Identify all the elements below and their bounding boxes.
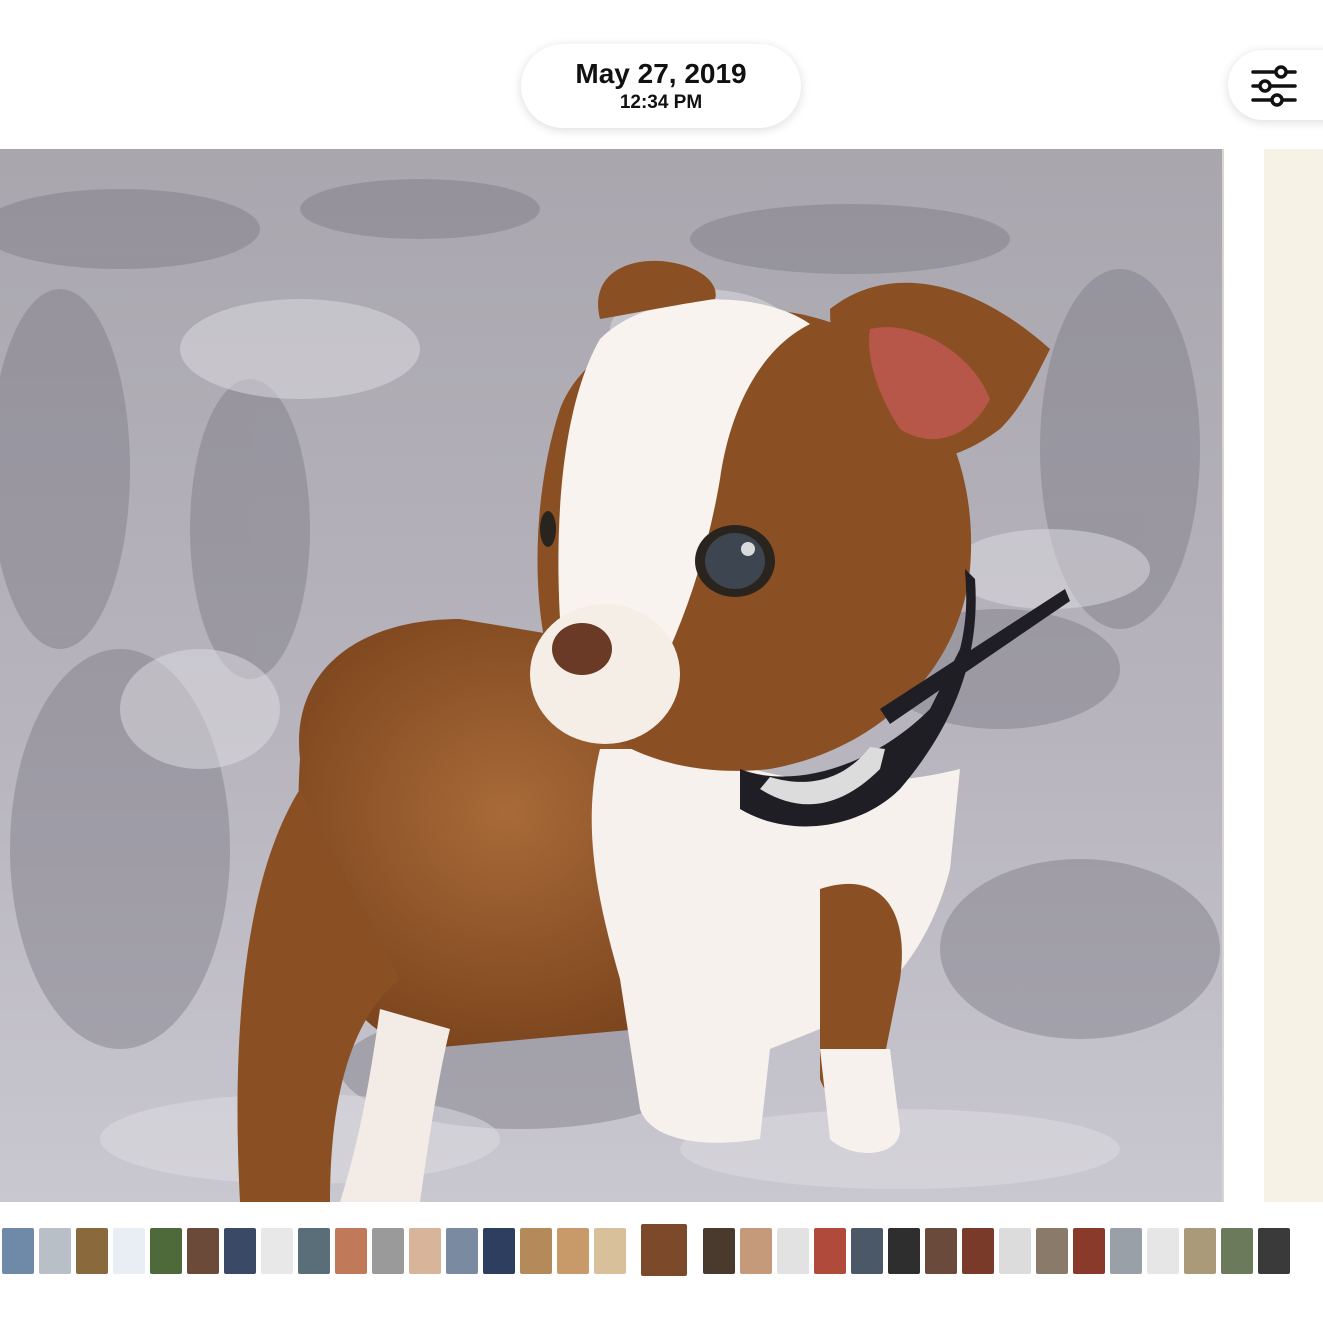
filmstrip-thumbnail[interactable]	[777, 1228, 809, 1274]
adjust-button[interactable]	[1228, 50, 1323, 120]
filmstrip-thumbnail[interactable]	[557, 1228, 589, 1274]
filmstrip-thumbnail[interactable]	[888, 1228, 920, 1274]
filmstrip-thumbnail[interactable]	[261, 1228, 293, 1274]
filmstrip-thumbnail[interactable]	[703, 1228, 735, 1274]
filmstrip-thumbnail[interactable]	[1221, 1228, 1253, 1274]
filmstrip-thumbnail[interactable]	[372, 1228, 404, 1274]
sliders-icon	[1251, 65, 1297, 107]
filmstrip-thumbnail[interactable]	[814, 1228, 846, 1274]
filmstrip-thumbnail-current[interactable]	[641, 1224, 687, 1276]
next-photo-peek[interactable]	[1226, 149, 1323, 1202]
filmstrip-thumbnail[interactable]	[1147, 1228, 1179, 1274]
filmstrip-thumbnail[interactable]	[1258, 1228, 1290, 1274]
filmstrip-thumbnail[interactable]	[298, 1228, 330, 1274]
filmstrip-thumbnail[interactable]	[740, 1228, 772, 1274]
filmstrip-thumbnail[interactable]	[446, 1228, 478, 1274]
filmstrip-thumbnail[interactable]	[224, 1228, 256, 1274]
filmstrip-thumbnail[interactable]	[1110, 1228, 1142, 1274]
filmstrip-thumbnail[interactable]	[1036, 1228, 1068, 1274]
filmstrip-thumbnail[interactable]	[483, 1228, 515, 1274]
filmstrip-thumbnail[interactable]	[76, 1228, 108, 1274]
next-photo-strip	[1264, 149, 1323, 1202]
filmstrip-thumbnail[interactable]	[409, 1228, 441, 1274]
filmstrip-thumbnail[interactable]	[1184, 1228, 1216, 1274]
filmstrip-thumbnail[interactable]	[999, 1228, 1031, 1274]
filmstrip-thumbnail[interactable]	[962, 1228, 994, 1274]
filmstrip-thumbnail[interactable]	[594, 1228, 626, 1274]
photo-edge	[1222, 149, 1224, 1202]
photo-date: May 27, 2019	[575, 58, 747, 89]
filmstrip-thumbnail[interactable]	[150, 1228, 182, 1274]
filmstrip-thumbnail[interactable]	[113, 1228, 145, 1274]
filmstrip-thumbnail[interactable]	[335, 1228, 367, 1274]
filmstrip-thumbnail[interactable]	[851, 1228, 883, 1274]
filmstrip[interactable]	[0, 1224, 1323, 1280]
photo-time: 12:34 PM	[619, 92, 703, 113]
filmstrip-thumbnail[interactable]	[520, 1228, 552, 1274]
date-time-pill[interactable]: May 27, 2019 12:34 PM	[521, 44, 801, 128]
filmstrip-thumbnail[interactable]	[2, 1228, 34, 1274]
puppy-photo	[0, 149, 1222, 1202]
main-photo[interactable]	[0, 149, 1222, 1202]
filmstrip-thumbnail[interactable]	[39, 1228, 71, 1274]
filmstrip-thumbnail[interactable]	[1073, 1228, 1105, 1274]
filmstrip-thumbnail[interactable]	[925, 1228, 957, 1274]
filmstrip-thumbnail[interactable]	[187, 1228, 219, 1274]
